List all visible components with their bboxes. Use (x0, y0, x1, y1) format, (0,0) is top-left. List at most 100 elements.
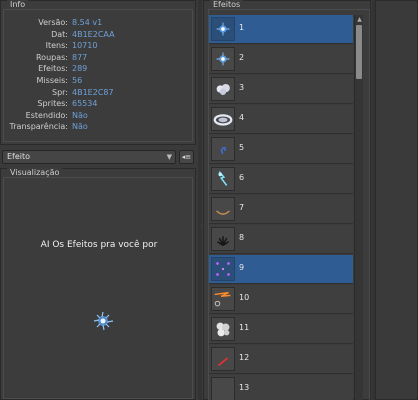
list-item-label: 8 (239, 233, 245, 242)
cyan-flash-icon (218, 171, 228, 186)
info-value: 65534 (72, 99, 98, 109)
grip-icon: ⋮ (199, 223, 205, 230)
thumbnail (211, 107, 235, 131)
right-side-panel (375, 0, 418, 400)
preview-title: Visualização (7, 168, 63, 177)
info-row: Transparência: Não (4, 122, 194, 132)
info-title: Info (7, 0, 29, 9)
info-value: 8.54 v1 (72, 18, 103, 27)
splitter-handle[interactable]: ⋮ (198, 0, 205, 400)
info-value: 56 (72, 76, 83, 85)
scroll-thumb[interactable] (356, 25, 362, 79)
info-key: Sprites: (37, 99, 68, 109)
thumbnail (211, 137, 235, 161)
thumbnail (211, 167, 235, 191)
thumbnail (211, 377, 235, 400)
blue-spark-icon (216, 22, 230, 36)
list-item[interactable]: 11 (209, 315, 353, 344)
list-item[interactable]: 5 (209, 135, 353, 164)
type-select[interactable]: Efeito ▼ (2, 150, 176, 164)
list-item[interactable]: 3 (209, 75, 353, 104)
list-item-label: 4 (239, 113, 245, 122)
list-item[interactable]: 8 (209, 225, 353, 254)
thumbnail (211, 317, 235, 341)
thumbnail (211, 257, 235, 281)
thumbnail (211, 17, 235, 41)
list-item[interactable]: 10 (209, 285, 353, 314)
blank-icon (212, 378, 234, 400)
list-toggle-button[interactable]: ◂≡ (179, 150, 194, 164)
info-value: Não (72, 122, 88, 132)
list-item[interactable]: 13 (209, 375, 353, 400)
list-item-label: 13 (239, 383, 250, 392)
info-panel: Versão: 8.54 v1 Dat: 4B1E2CAA Itens: 10710 Rou… (0, 0, 196, 145)
white-smoke-icon (216, 322, 230, 337)
info-groupbox: Versão: 8.54 v1 Dat: 4B1E2CAA Itens: 10710 Rou… (3, 9, 193, 142)
info-row: Versão: 8.54 v1 (4, 18, 194, 28)
info-key: Dat: (51, 29, 68, 39)
white-cloud-icon (216, 83, 230, 95)
list-item-label: 9 (239, 263, 245, 272)
effects-scrollbar[interactable]: ▲ (354, 15, 363, 400)
effects-panel: Efeitos 1 2 3 4 5 6 7 8 9 10 11 12 13 ▲ (203, 0, 371, 400)
info-row: Estendido: Não (4, 111, 194, 121)
info-key: Misseis: (36, 76, 68, 85)
info-key: Spr: (52, 87, 68, 97)
list-item[interactable]: 1 (209, 15, 353, 44)
brown-arc-icon (216, 210, 230, 215)
list-item-label: 10 (239, 293, 250, 302)
scroll-up-icon[interactable]: ▲ (355, 15, 364, 24)
chevron-down-icon: ▼ (166, 153, 172, 161)
type-selector-row: Efeito ▼ ◂≡ (0, 149, 196, 165)
preview-text: AI Os Efeitos pra você por (40, 240, 158, 250)
type-select-value: Efeito (7, 152, 31, 161)
info-row: Itens: 10710 (4, 41, 194, 51)
list-item[interactable]: 4 (209, 105, 353, 134)
info-key: Estendido: (25, 110, 68, 120)
info-value: 877 (72, 52, 88, 62)
red-slash-icon (217, 357, 229, 367)
list-item-label: 6 (239, 173, 245, 182)
info-key: Versão: (38, 18, 68, 27)
info-key: Transparência: (9, 122, 68, 132)
info-key: Roupas: (35, 52, 68, 62)
dark-splash-icon (217, 236, 229, 247)
info-value: 4B1E2C87 (72, 87, 114, 97)
thumbnail (211, 347, 235, 371)
list-item-label: 11 (239, 323, 250, 332)
orange-bolt-icon (214, 291, 231, 307)
blue-spark-icon (93, 311, 114, 331)
thumbnail (211, 47, 235, 71)
blue-spark-icon (216, 52, 230, 66)
info-value: 4B1E2CAA (72, 29, 115, 39)
list-item-label: 12 (239, 353, 250, 362)
list-item[interactable]: 2 (209, 45, 353, 74)
info-row: Efeitos: 289 (4, 64, 194, 74)
effects-title: Efeitos (210, 0, 244, 9)
blue-swirl-icon (220, 146, 226, 155)
info-value: 10710 (72, 41, 98, 51)
list-item[interactable]: 7 (209, 195, 353, 224)
info-row: Misseis: 56 (4, 76, 194, 86)
preview-panel: AI Os Efeitos pra você por Visualização (0, 168, 196, 400)
thumbnail (211, 287, 235, 311)
info-row: Sprites: 65534 (4, 99, 194, 109)
white-ring-icon (213, 114, 233, 126)
info-row: Roupas: 877 (4, 53, 194, 63)
info-value: Não (72, 110, 88, 120)
list-toggle-icon: ◂≡ (181, 153, 192, 161)
list-item-label: 3 (239, 83, 245, 92)
thumbnail (211, 227, 235, 251)
preview-groupbox: AI Os Efeitos pra você por (3, 177, 193, 399)
list-item[interactable]: 9 (209, 255, 353, 284)
list-item[interactable]: 6 (209, 165, 353, 194)
thumbnail (211, 77, 235, 101)
list-item-label: 1 (239, 23, 245, 32)
list-item-label: 7 (239, 203, 245, 212)
list-item[interactable]: 12 (209, 345, 353, 374)
list-item-label: 5 (239, 143, 245, 152)
thumbnail (211, 197, 235, 221)
list-item-label: 2 (239, 53, 245, 62)
info-value: 289 (72, 64, 88, 74)
effects-list[interactable]: 1 2 3 4 5 6 7 8 9 10 11 12 13 (209, 15, 353, 400)
